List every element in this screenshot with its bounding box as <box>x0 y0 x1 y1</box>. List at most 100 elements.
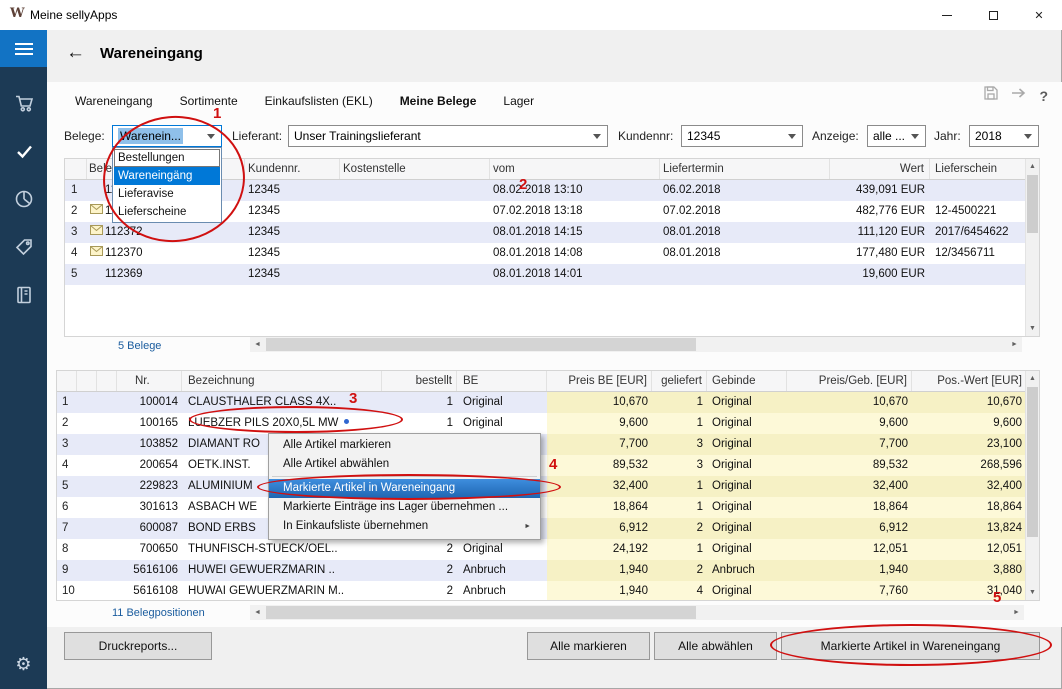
col-wert[interactable]: Wert <box>830 159 930 179</box>
anzeige-value: alle ... <box>873 129 905 143</box>
minimize-button[interactable] <box>924 0 970 30</box>
belege-row[interactable]: 41123701234508.01.2018 14:0808.01.201817… <box>65 243 1039 264</box>
position-row[interactable]: 95616106HUWEI GEWUERZMARIN ..2Anbruch1,9… <box>57 560 1039 581</box>
preis-be: 7,700 <box>547 434 652 455</box>
position-row[interactable]: 8700650THUNFISCH-STUECK/OEL..2Original24… <box>57 539 1039 560</box>
belege-dropdown-item[interactable]: Lieferscheine <box>114 203 220 221</box>
bezeichnung: CLAUSTHALER CLASS 4X.. <box>182 392 382 413</box>
col-kundennr[interactable]: Kundennr. <box>245 159 340 179</box>
col-preis-geb[interactable]: Preis/Geb. [EUR] <box>787 371 912 391</box>
col-be[interactable]: BE <box>457 371 547 391</box>
back-button[interactable] <box>66 42 92 66</box>
sidebar-item-journal[interactable] <box>0 271 47 319</box>
alle-abwaehlen-button[interactable]: Alle abwählen <box>654 632 777 660</box>
close-button[interactable] <box>1016 0 1062 30</box>
scroll-up-icon[interactable]: ▲ <box>1026 159 1039 174</box>
geliefert: 3 <box>652 455 707 476</box>
col-lieferschein[interactable]: Lieferschein <box>930 159 1026 179</box>
belege-dropdown-item[interactable]: Bestellungen <box>114 149 220 167</box>
gebinde: Original <box>707 476 787 497</box>
kundennr-combobox[interactable]: 12345 <box>681 125 803 147</box>
col-spacer <box>97 371 117 391</box>
position-row[interactable]: 1100014CLAUSTHALER CLASS 4X..1Original10… <box>57 392 1039 413</box>
scroll-left-icon[interactable]: ◄ <box>250 605 265 620</box>
scroll-down-icon[interactable]: ▼ <box>1026 585 1039 600</box>
belege-dropdown-item[interactable]: Lieferavise <box>114 185 220 203</box>
scrollbar-thumb[interactable] <box>266 606 696 619</box>
sidebar-item-wareneingang[interactable] <box>0 127 47 175</box>
pos-wert: 3,880 <box>912 560 1026 581</box>
col-vom[interactable]: vom <box>490 159 660 179</box>
scroll-down-icon[interactable]: ▼ <box>1026 321 1039 336</box>
markierte-artikel-button[interactable]: Markierte Artikel in Wareneingang <box>781 632 1040 660</box>
belege-row[interactable]: 51123691234508.01.2018 14:0119,600 EUR <box>65 264 1039 285</box>
tab-einkaufslisten-ekl[interactable]: Einkaufslisten (EKL) <box>265 90 373 112</box>
sidebar-item-statistics[interactable] <box>0 175 47 223</box>
menu-button[interactable] <box>0 30 47 67</box>
col-pos-wert[interactable]: Pos.-Wert [EUR] <box>912 371 1026 391</box>
belege-combobox[interactable]: Warenein... <box>112 125 222 147</box>
maximize-button[interactable] <box>970 0 1016 30</box>
beleg-nr: 112369 <box>105 264 245 285</box>
save-button[interactable] <box>983 85 999 106</box>
sidebar-item-cart[interactable] <box>0 79 47 127</box>
help-button[interactable]: ? <box>1039 88 1048 104</box>
gear-icon <box>15 654 31 675</box>
position-row[interactable]: 2100165LUEBZER PILS 20X0,5L MW1Original9… <box>57 413 1039 434</box>
scrollbar-thumb[interactable] <box>266 338 696 351</box>
preis-geb: 6,912 <box>787 518 912 539</box>
tab-lager[interactable]: Lager <box>503 90 534 112</box>
preis-be: 32,400 <box>547 476 652 497</box>
sidebar-item-offers[interactable] <box>0 223 47 271</box>
context-menu-item[interactable]: In Einkaufsliste übernehmen <box>269 517 540 536</box>
col-liefertermin[interactable]: Liefertermin <box>660 159 830 179</box>
col-kostenstelle[interactable]: Kostenstelle <box>340 159 490 179</box>
preis-geb: 18,864 <box>787 497 912 518</box>
gebinde: Original <box>707 539 787 560</box>
lieferant-combobox[interactable]: Unser Trainingslieferant <box>288 125 608 147</box>
tab-wareneingang[interactable]: Wareneingang <box>75 90 153 112</box>
col-nr[interactable]: Nr. <box>117 371 182 391</box>
context-menu-item[interactable]: Markierte Einträge ins Lager übernehmen … <box>269 498 540 517</box>
scrollbar-thumb[interactable] <box>1027 175 1038 233</box>
chevron-down-icon <box>788 134 796 139</box>
jahr-combobox[interactable]: 2018 <box>969 125 1039 147</box>
col-preis-be[interactable]: Preis BE [EUR] <box>547 371 652 391</box>
druckreports-button[interactable]: Druckreports... <box>64 632 212 660</box>
belege-row[interactable]: 31123721234508.01.2018 14:1508.01.201811… <box>65 222 1039 243</box>
position-row[interactable]: 4200654OETK.INST.89,5323Original89,53226… <box>57 455 1039 476</box>
scrollbar-thumb[interactable] <box>1027 387 1038 537</box>
tab-meine-belege[interactable]: Meine Belege <box>400 90 477 112</box>
col-gebinde[interactable]: Gebinde <box>707 371 787 391</box>
icon-cell <box>97 539 117 560</box>
preis-geb: 89,532 <box>787 455 912 476</box>
positions-table-header: Nr. Bezeichnung bestellt BE Preis BE [EU… <box>57 371 1039 392</box>
row-number: 5 <box>65 264 87 285</box>
position-row[interactable]: 7600087BOND ERBS6,9122Original6,91213,82… <box>57 518 1039 539</box>
belege-dropdown-item[interactable]: Wareneingäng <box>114 167 220 185</box>
tab-sortimente[interactable]: Sortimente <box>180 90 238 112</box>
scroll-left-icon[interactable]: ◄ <box>250 337 265 352</box>
positions-table: Nr. Bezeichnung bestellt BE Preis BE [EU… <box>56 370 1040 601</box>
position-row[interactable]: 6301613ASBACH WE18,8641Original18,86418,… <box>57 497 1039 518</box>
forward-button[interactable] <box>1010 86 1028 105</box>
position-row[interactable]: 3103852DIAMANT RO7,7003Original7,70023,1… <box>57 434 1039 455</box>
context-menu-item[interactable]: Alle Artikel abwählen <box>269 455 540 474</box>
lieferant-label: Lieferant: <box>232 129 282 143</box>
anzeige-combobox[interactable]: alle ... <box>867 125 926 147</box>
position-row[interactable]: 5229823ALUMINIUM32,4001Original32,40032,… <box>57 476 1039 497</box>
alle-markieren-button[interactable]: Alle markieren <box>527 632 650 660</box>
scroll-right-icon[interactable]: ► <box>1007 337 1022 352</box>
preis-be: 6,912 <box>547 518 652 539</box>
col-bestellt[interactable]: bestellt <box>382 371 457 391</box>
context-menu-item[interactable]: Markierte Artikel in Wareneingang <box>269 479 540 498</box>
col-bezeichnung[interactable]: Bezeichnung <box>182 371 382 391</box>
geliefert: 2 <box>652 518 707 539</box>
position-row[interactable]: 105616108HUWAI GEWUERZMARIN M..2Anbruch1… <box>57 581 1039 601</box>
context-menu-item[interactable]: Alle Artikel markieren <box>269 436 540 455</box>
scroll-right-icon[interactable]: ► <box>1009 605 1024 620</box>
col-geliefert[interactable]: geliefert <box>652 371 707 391</box>
sidebar-item-settings[interactable] <box>0 647 47 681</box>
scroll-up-icon[interactable]: ▲ <box>1026 371 1039 386</box>
close-icon <box>1034 6 1043 24</box>
